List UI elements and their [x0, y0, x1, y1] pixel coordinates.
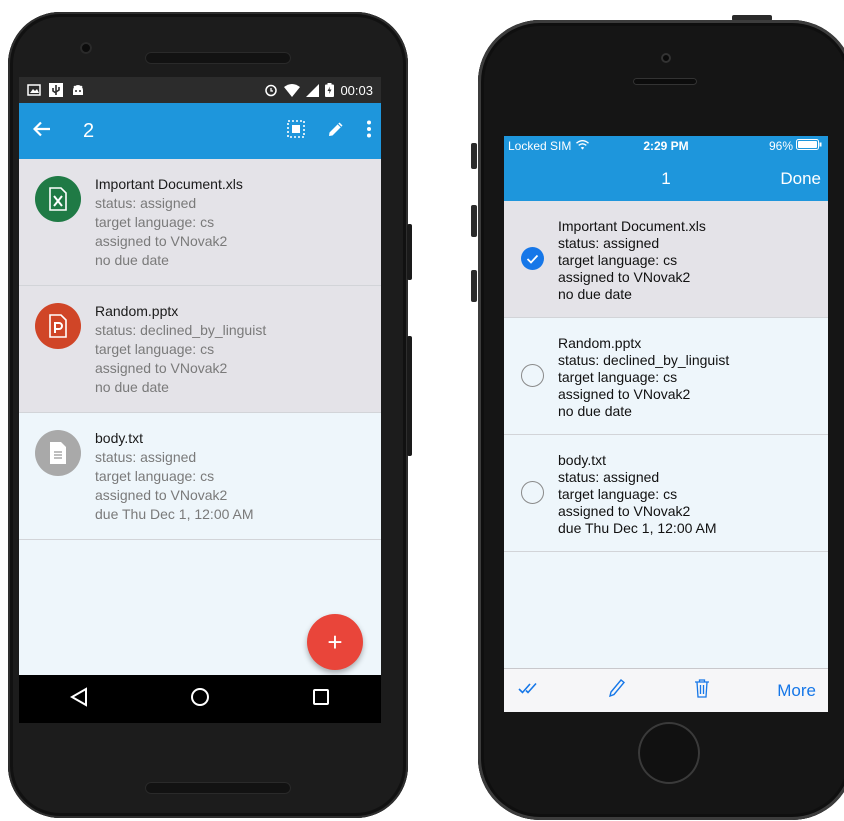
file-name: body.txt	[558, 452, 606, 468]
target-language: target language: cs	[95, 341, 215, 357]
android-task-list: Important Document.xls status: assigned …	[19, 159, 381, 540]
file-status: status: assigned	[558, 235, 660, 251]
file-name: Important Document.xls	[95, 176, 243, 192]
ios-screen: Locked SIM 2:29 PM 96% 1 Done Important …	[504, 136, 828, 712]
due-date: no due date	[95, 379, 169, 395]
android-screen: 00:03 2 Important Document.xls status: a…	[19, 77, 381, 723]
list-item[interactable]: Random.pptx status: declined_by_linguist…	[19, 286, 381, 413]
powerpoint-file-icon	[35, 303, 81, 349]
target-language: target language: cs	[558, 486, 678, 502]
assignee: assigned to VNovak2	[95, 487, 228, 503]
assignee: assigned to VNovak2	[95, 233, 228, 249]
earpiece-speaker	[145, 52, 291, 64]
file-name: body.txt	[95, 430, 143, 446]
edit-pencil-icon[interactable]	[608, 678, 626, 703]
wifi-icon	[284, 83, 301, 97]
status-time: 00:03	[340, 82, 373, 98]
target-language: target language: cs	[558, 252, 678, 268]
select-all-icon[interactable]	[287, 119, 305, 143]
volume-up-button	[471, 205, 477, 237]
list-item[interactable]: body.txt status: assigned target languag…	[504, 435, 828, 552]
list-item[interactable]: Important Document.xls status: assigned …	[504, 201, 828, 318]
mute-switch	[471, 143, 477, 169]
due-date: no due date	[95, 252, 169, 268]
home-button[interactable]	[638, 722, 700, 784]
nav-recents-icon[interactable]	[312, 688, 330, 711]
checkmark-circle-icon[interactable]	[521, 247, 544, 270]
text-file-icon	[35, 430, 81, 476]
ios-bottom-toolbar: More	[504, 668, 828, 712]
ios-task-list: Important Document.xls status: assigned …	[504, 201, 828, 552]
file-status: status: declined_by_linguist	[95, 322, 267, 338]
image-notification-icon	[27, 84, 41, 96]
file-name: Random.pptx	[95, 303, 179, 319]
android-navigation-bar	[19, 675, 381, 723]
ios-status-bar: Locked SIM 2:29 PM 96%	[504, 136, 828, 156]
power-button	[407, 336, 412, 456]
earpiece-speaker	[633, 78, 697, 85]
overflow-menu-icon[interactable]	[367, 120, 371, 143]
select-all-double-check-icon[interactable]	[518, 681, 540, 700]
assignee: assigned to VNovak2	[95, 360, 228, 376]
file-name: Important Document.xls	[558, 218, 706, 234]
list-item[interactable]: Important Document.xls status: assigned …	[19, 159, 381, 286]
nav-home-icon[interactable]	[190, 687, 210, 712]
more-button[interactable]: More	[777, 681, 816, 701]
due-date: no due date	[558, 286, 632, 302]
bottom-speaker	[145, 782, 291, 794]
file-status: status: assigned	[95, 195, 197, 211]
plus-icon: +	[327, 626, 343, 657]
assignee: assigned to VNovak2	[558, 503, 691, 519]
file-status: status: declined_by_linguist	[558, 352, 730, 368]
file-status: status: assigned	[95, 449, 197, 465]
volume-button	[407, 224, 412, 280]
empty-circle-icon[interactable]	[521, 481, 544, 504]
target-language: target language: cs	[558, 369, 678, 385]
trash-icon[interactable]	[694, 678, 710, 703]
alarm-icon	[264, 83, 278, 97]
selection-count: 2	[83, 119, 95, 142]
due-date: due Thu Dec 1, 12:00 AM	[558, 520, 717, 536]
list-item[interactable]: body.txt status: assigned target languag…	[19, 413, 381, 540]
front-camera	[80, 42, 92, 54]
usb-notification-icon	[49, 83, 63, 97]
android-status-bar: 00:03	[19, 77, 381, 103]
add-fab-button[interactable]: +	[307, 614, 363, 670]
list-item[interactable]: Random.pptx status: declined_by_linguist…	[504, 318, 828, 435]
excel-file-icon	[35, 176, 81, 222]
target-language: target language: cs	[95, 214, 215, 230]
android-robot-icon	[71, 84, 85, 96]
volume-down-button	[471, 270, 477, 302]
back-arrow-icon[interactable]	[32, 121, 51, 142]
due-date: no due date	[558, 403, 632, 419]
due-date: due Thu Dec 1, 12:00 AM	[95, 506, 254, 522]
done-button[interactable]: Done	[780, 169, 821, 189]
status-time: 2:29 PM	[643, 139, 689, 153]
target-language: target language: cs	[95, 468, 215, 484]
file-name: Random.pptx	[558, 335, 642, 351]
battery-charging-icon	[325, 83, 335, 97]
edit-pencil-icon[interactable]	[327, 120, 345, 143]
empty-circle-icon[interactable]	[521, 364, 544, 387]
assignee: assigned to VNovak2	[558, 386, 691, 402]
nav-back-icon[interactable]	[69, 686, 88, 712]
cell-signal-icon	[306, 83, 320, 97]
assignee: assigned to VNovak2	[558, 269, 691, 285]
ios-navigation-bar: 1 Done	[504, 156, 828, 201]
file-status: status: assigned	[558, 469, 660, 485]
front-camera	[661, 53, 671, 63]
android-app-bar: 2	[19, 103, 381, 159]
